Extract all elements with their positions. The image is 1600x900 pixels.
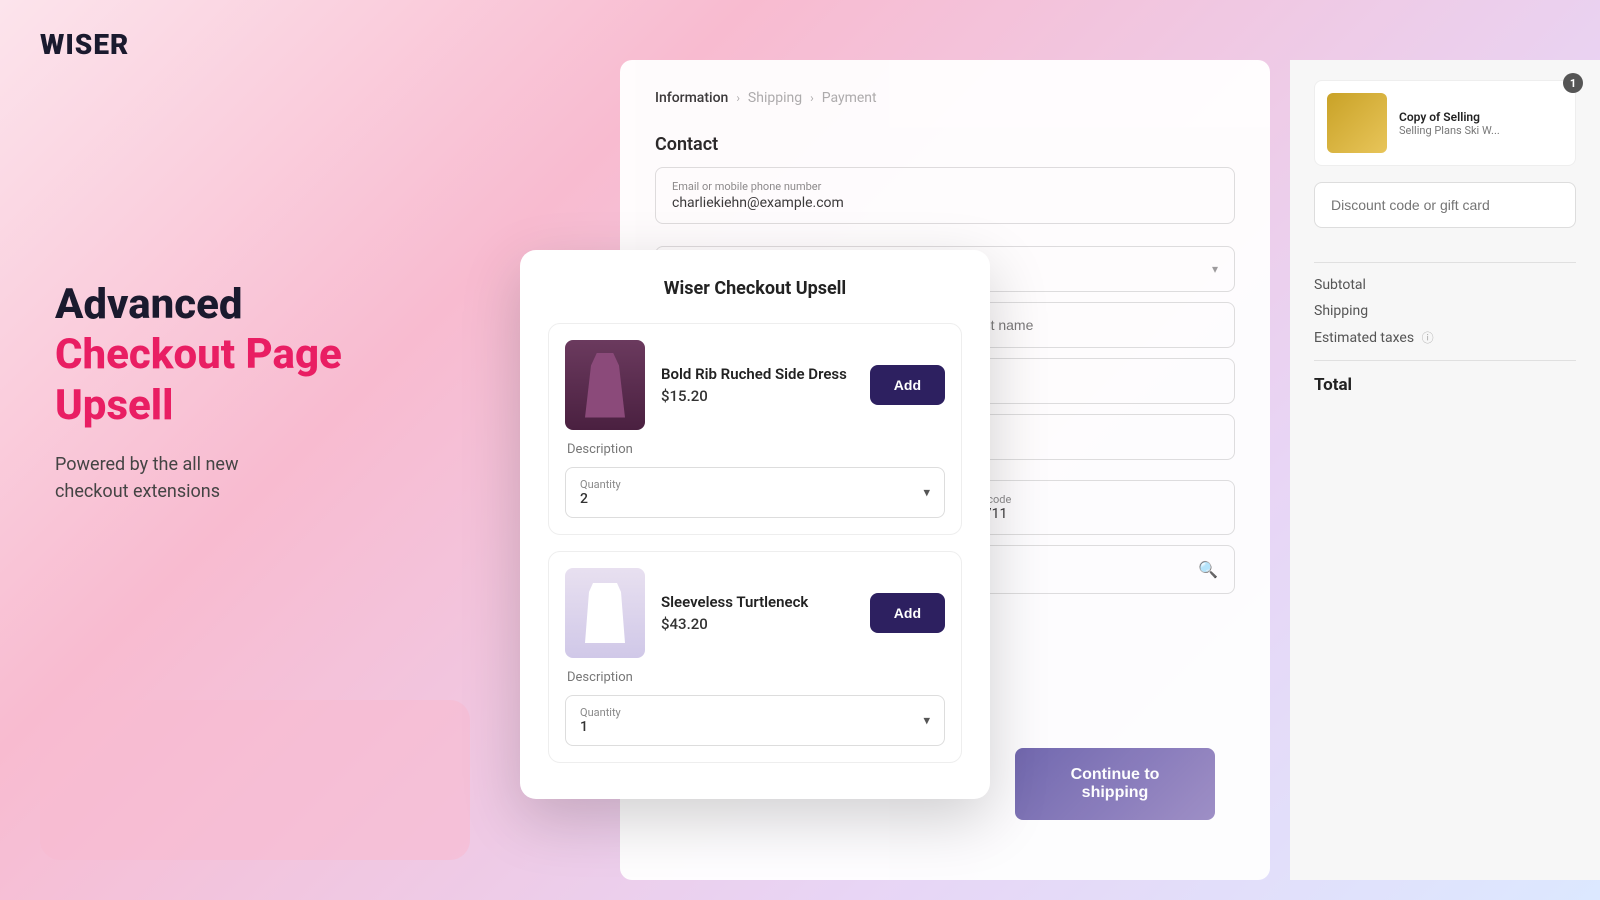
total-line: Total [1314, 375, 1576, 395]
subtotal-line: Subtotal [1314, 277, 1576, 293]
breadcrumb: Information › Shipping › Payment [655, 90, 1235, 106]
search-icon[interactable]: 🔍 [1198, 560, 1218, 579]
upsell-product-2-name: Sleeveless Turtleneck [661, 593, 854, 611]
email-field[interactable]: Email or mobile phone number charliekieh… [655, 167, 1235, 224]
breadcrumb-sep-1: › [736, 91, 740, 105]
upsell-product-1-info: Bold Rib Ruched Side Dress $15.20 [661, 365, 854, 405]
turtleneck-silhouette [585, 583, 625, 643]
total-label: Total [1314, 375, 1352, 395]
upsell-product-1-description: Description [565, 442, 945, 457]
breadcrumb-step-payment[interactable]: Payment [822, 90, 877, 106]
sidebar-product-card: Copy of Selling Selling Plans Ski W... 1 [1314, 80, 1576, 166]
upsell-product-2-info: Sleeveless Turtleneck $43.20 [661, 593, 854, 633]
subtotal-label: Subtotal [1314, 277, 1366, 293]
continue-to-shipping-button[interactable]: Continue to shipping [1015, 748, 1215, 820]
upsell-add-button-2[interactable]: Add [870, 593, 945, 633]
brand-logo: WISER [40, 28, 129, 61]
product-badge: 1 [1563, 73, 1583, 93]
upsell-product-2-top: Sleeveless Turtleneck $43.20 Add [565, 568, 945, 658]
product-thumbnail [1327, 93, 1387, 153]
order-sidebar: Copy of Selling Selling Plans Ski W... 1… [1290, 60, 1600, 880]
summary-divider-2 [1314, 360, 1576, 361]
upsell-product-2-image [565, 568, 645, 658]
decoration-rectangle [40, 700, 470, 860]
upsell-product-1-price: $15.20 [661, 387, 854, 405]
discount-input[interactable] [1314, 182, 1576, 228]
quantity-chevron-2: ▾ [923, 713, 930, 728]
upsell-quantity-dropdown-1[interactable]: Quantity 2 ▾ [565, 467, 945, 518]
breadcrumb-step-shipping[interactable]: Shipping [748, 90, 802, 106]
chevron-down-icon: ▾ [1212, 262, 1218, 276]
hero-title: Advanced Checkout Page Upsell [55, 280, 475, 431]
shipping-label: Shipping [1314, 303, 1368, 319]
upsell-product-1: Bold Rib Ruched Side Dress $15.20 Add De… [548, 323, 962, 535]
product-subname: Selling Plans Ski W... [1399, 124, 1563, 137]
upsell-product-1-name: Bold Rib Ruched Side Dress [661, 365, 854, 383]
hero-subtitle: Powered by the all new checkout extensio… [55, 451, 475, 505]
upsell-product-1-top: Bold Rib Ruched Side Dress $15.20 Add [565, 340, 945, 430]
contact-heading: Contact [655, 134, 1235, 155]
product-info: Copy of Selling Selling Plans Ski W... [1399, 110, 1563, 137]
shipping-line: Shipping [1314, 303, 1576, 319]
zip-field[interactable]: ZIP code 82711 [951, 480, 1235, 535]
upsell-product-1-image [565, 340, 645, 430]
breadcrumb-step-information[interactable]: Information [655, 90, 728, 106]
hero-section: Advanced Checkout Page Upsell Powered by… [55, 280, 475, 505]
upsell-product-2-description: Description [565, 670, 945, 685]
upsell-product-2: Sleeveless Turtleneck $43.20 Add Descrip… [548, 551, 962, 763]
last-name-field[interactable] [951, 302, 1235, 348]
taxes-line: Estimated taxes ⓘ [1314, 329, 1576, 346]
summary-divider-1 [1314, 262, 1576, 263]
breadcrumb-sep-2: › [810, 91, 814, 105]
dress-silhouette [585, 353, 625, 418]
product-name: Copy of Selling [1399, 110, 1563, 124]
upsell-product-2-price: $43.20 [661, 615, 854, 633]
taxes-label: Estimated taxes ⓘ [1314, 329, 1434, 346]
upsell-title: Wiser Checkout Upsell [548, 278, 962, 299]
upsell-quantity-dropdown-2[interactable]: Quantity 1 ▾ [565, 695, 945, 746]
quantity-chevron-1: ▾ [923, 485, 930, 500]
upsell-modal: Wiser Checkout Upsell Bold Rib Ruched Si… [520, 250, 990, 799]
taxes-info-icon: ⓘ [1422, 331, 1434, 345]
upsell-add-button-1[interactable]: Add [870, 365, 945, 405]
